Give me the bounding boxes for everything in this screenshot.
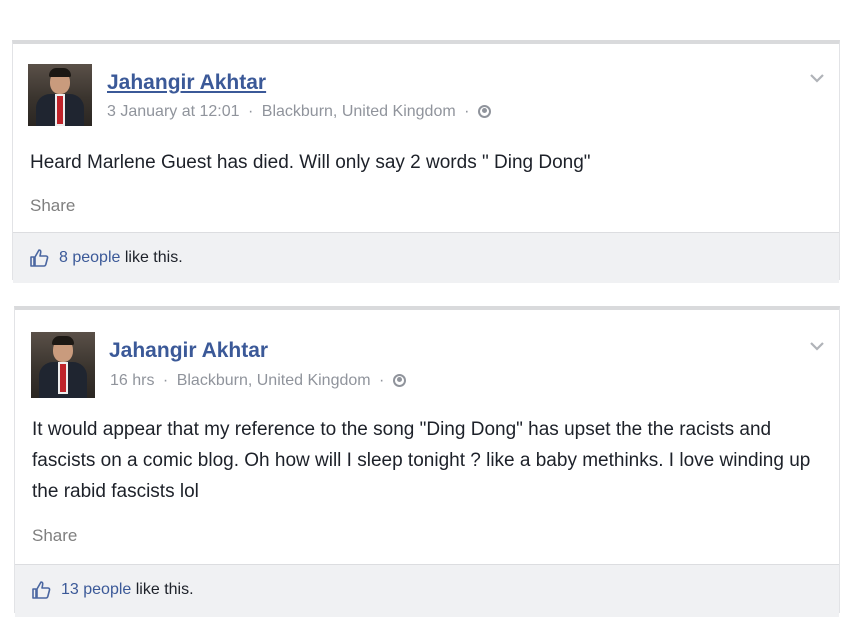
post-card: Jahangir Akhtar 3 January at 12:01 · Bla… bbox=[12, 40, 840, 283]
post-location[interactable]: Blackburn, United Kingdom bbox=[177, 372, 371, 389]
likes-summary: 13 people like this. bbox=[61, 581, 194, 599]
avatar[interactable] bbox=[28, 64, 92, 126]
post-text: It would appear that my reference to the… bbox=[32, 419, 811, 502]
meta-separator: · bbox=[464, 103, 470, 120]
post-card: Jahangir Akhtar 16 hrs · Blackburn, Unit… bbox=[14, 306, 840, 617]
post-meta: 16 hrs · Blackburn, United Kingdom · bbox=[110, 372, 406, 390]
likes-bar: 8 people like this. bbox=[13, 232, 839, 283]
thumbs-up-icon[interactable] bbox=[31, 580, 51, 600]
post-text: Heard Marlene Guest has died. Will only … bbox=[30, 152, 591, 173]
avatar-hair bbox=[49, 68, 71, 77]
meta-separator: · bbox=[162, 372, 169, 389]
likes-suffix: like this. bbox=[131, 581, 194, 598]
likes-count-link[interactable]: 13 people bbox=[61, 581, 131, 598]
chevron-down-icon[interactable] bbox=[809, 340, 825, 352]
post-meta: 3 January at 12:01 · Blackburn, United K… bbox=[107, 103, 491, 121]
meta-separator: · bbox=[248, 103, 254, 120]
post-time[interactable]: 3 January at 12:01 bbox=[107, 103, 240, 120]
share-link[interactable]: Share bbox=[30, 196, 75, 216]
share-link[interactable]: Share bbox=[32, 526, 77, 546]
avatar-tie bbox=[57, 96, 63, 124]
likes-suffix: like this. bbox=[120, 249, 183, 266]
thumbs-up-icon[interactable] bbox=[29, 248, 49, 268]
likes-bar: 13 people like this. bbox=[15, 564, 839, 617]
avatar-tie bbox=[60, 364, 66, 392]
author-name[interactable]: Jahangir Akhtar bbox=[109, 339, 268, 363]
post-location[interactable]: Blackburn, United Kingdom bbox=[262, 103, 456, 120]
likes-count-link[interactable]: 8 people bbox=[59, 249, 120, 266]
globe-icon[interactable] bbox=[477, 105, 491, 118]
post-time[interactable]: 16 hrs bbox=[110, 372, 154, 389]
avatar[interactable] bbox=[31, 332, 95, 398]
globe-icon[interactable] bbox=[392, 374, 406, 387]
likes-summary: 8 people like this. bbox=[59, 249, 183, 267]
chevron-down-icon[interactable] bbox=[809, 72, 825, 84]
avatar-hair bbox=[52, 336, 74, 345]
meta-separator: · bbox=[379, 372, 385, 389]
author-name[interactable]: Jahangir Akhtar bbox=[107, 71, 266, 95]
